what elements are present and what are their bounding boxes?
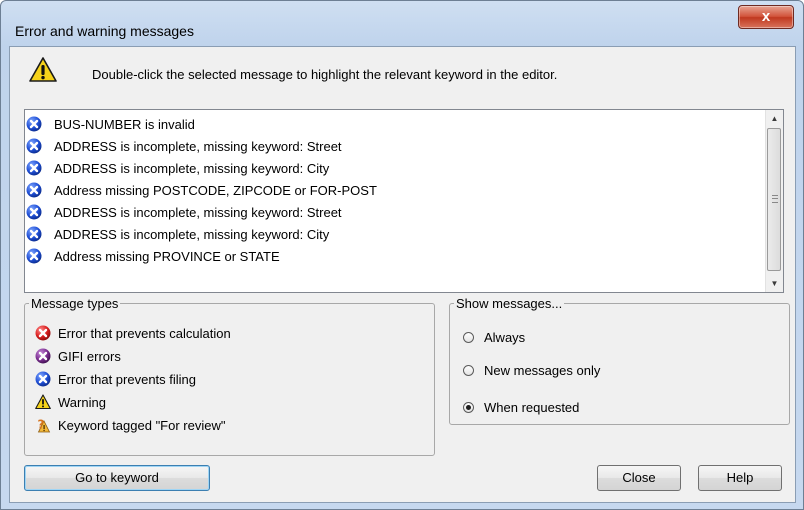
message-text: BUS-NUMBER is invalid xyxy=(54,116,195,132)
show-messages-group: Show messages... Always New messages onl… xyxy=(449,296,790,425)
message-item[interactable]: Address missing POSTCODE, ZIPCODE or FOR… xyxy=(26,179,377,201)
message-item[interactable]: ADDRESS is incomplete, missing keyword: … xyxy=(26,201,342,223)
show-messages-legend: Show messages... xyxy=(456,296,563,311)
message-type-item: Warning xyxy=(35,391,106,413)
dialog-client-area: Double-click the selected message to hig… xyxy=(9,46,796,503)
scroll-down-arrow-icon[interactable]: ▼ xyxy=(766,275,783,292)
close-button[interactable]: Close xyxy=(597,465,681,491)
message-list[interactable]: BUS-NUMBER is invalid ADDRESS is incompl… xyxy=(24,109,784,293)
dialog-window: Error and warning messages x Double-clic… xyxy=(0,0,804,510)
message-type-label: Error that prevents calculation xyxy=(58,325,231,341)
message-text: ADDRESS is incomplete, missing keyword: … xyxy=(54,138,342,154)
message-item[interactable]: Address missing PROVINCE or STATE xyxy=(26,245,280,267)
red-x-icon xyxy=(35,325,51,341)
message-text: ADDRESS is incomplete, missing keyword: … xyxy=(54,226,330,242)
message-type-item: Error that prevents calculation xyxy=(35,322,231,344)
warning-icon xyxy=(35,394,51,410)
radio-when-requested[interactable]: When requested xyxy=(463,400,579,415)
message-type-item: Error that prevents filing xyxy=(35,368,196,390)
blue-x-icon xyxy=(26,248,42,264)
radio-always[interactable]: Always xyxy=(463,330,525,345)
message-type-item: GIFI errors xyxy=(35,345,121,367)
message-text: Address missing POSTCODE, ZIPCODE or FOR… xyxy=(54,182,377,198)
window-title: Error and warning messages xyxy=(15,23,194,39)
window-close-button[interactable]: x xyxy=(738,5,794,29)
blue-x-icon xyxy=(35,371,51,387)
radio-button[interactable] xyxy=(463,365,474,376)
scrollbar-thumb[interactable] xyxy=(767,128,781,271)
review-icon: ? xyxy=(38,418,51,433)
message-type-label: Warning xyxy=(58,394,106,410)
grip-icon xyxy=(772,195,778,203)
radio-button[interactable] xyxy=(463,332,474,343)
warning-icon xyxy=(29,57,57,82)
vertical-scrollbar[interactable]: ▲ ▼ xyxy=(765,110,783,292)
radio-label: Always xyxy=(484,330,526,345)
message-text: Address missing PROVINCE or STATE xyxy=(54,248,280,264)
blue-x-icon xyxy=(26,138,42,154)
message-type-label: Error that prevents filing xyxy=(58,371,197,387)
scroll-up-arrow-icon[interactable]: ▲ xyxy=(766,110,783,127)
radio-label: New messages only xyxy=(484,363,601,378)
message-item[interactable]: ADDRESS is incomplete, missing keyword: … xyxy=(26,157,329,179)
message-type-label: GIFI errors xyxy=(58,348,121,364)
help-button[interactable]: Help xyxy=(698,465,782,491)
message-types-legend: Message types xyxy=(31,296,119,311)
message-type-label: Keyword tagged "For review" xyxy=(58,417,226,433)
blue-x-icon xyxy=(26,204,42,220)
message-item[interactable]: ADDRESS is incomplete, missing keyword: … xyxy=(26,223,329,245)
radio-new-messages-only[interactable]: New messages only xyxy=(463,363,600,378)
blue-x-icon xyxy=(26,160,42,176)
purple-x-icon xyxy=(35,348,51,364)
message-type-item: ? Keyword tagged "For review" xyxy=(35,414,226,436)
blue-x-icon xyxy=(26,226,42,242)
blue-x-icon xyxy=(26,182,42,198)
message-item[interactable]: BUS-NUMBER is invalid xyxy=(26,113,195,135)
instruction-text: Double-click the selected message to hig… xyxy=(92,67,558,82)
go-to-keyword-button[interactable]: Go to keyword xyxy=(24,465,210,491)
message-text: ADDRESS is incomplete, missing keyword: … xyxy=(54,160,330,176)
message-item[interactable]: ADDRESS is incomplete, missing keyword: … xyxy=(26,135,342,157)
title-bar[interactable]: Error and warning messages x xyxy=(1,1,803,45)
radio-button-selected[interactable] xyxy=(463,402,474,413)
message-types-group: Message types Error that prevents calcul… xyxy=(24,296,435,456)
radio-label: When requested xyxy=(484,400,580,415)
message-text: ADDRESS is incomplete, missing keyword: … xyxy=(54,204,342,220)
blue-x-icon xyxy=(26,116,42,132)
svg-text:?: ? xyxy=(38,418,45,432)
